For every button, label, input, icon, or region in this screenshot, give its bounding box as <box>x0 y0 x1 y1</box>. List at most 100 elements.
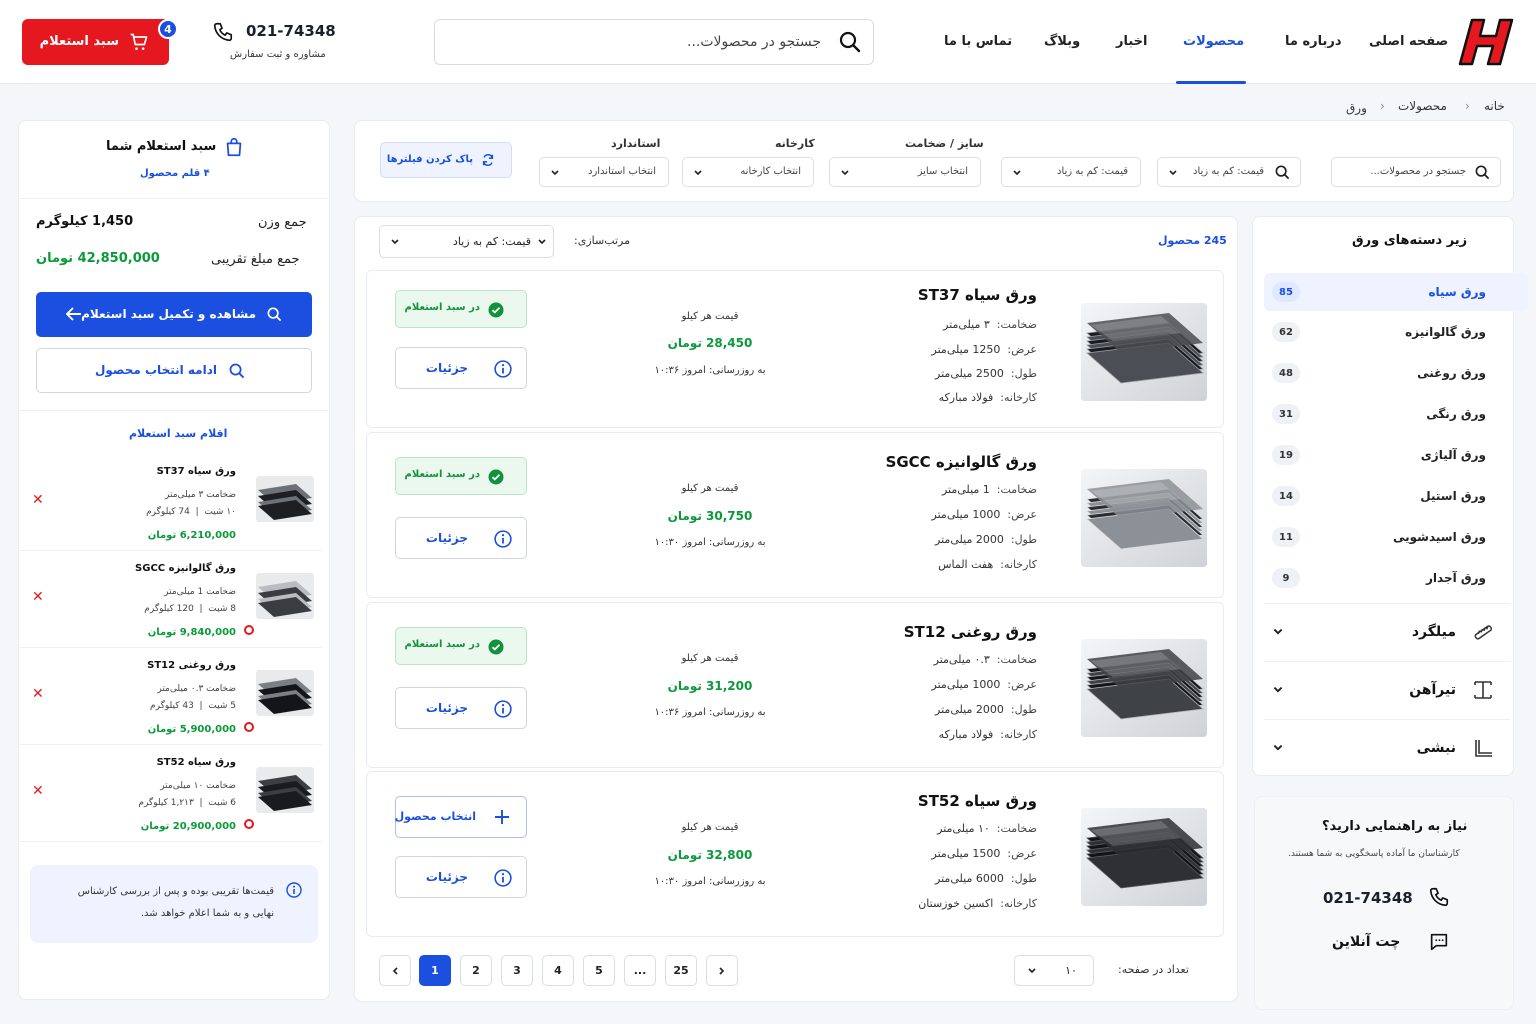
price-updated: به روزرسانی: امروز ۱۰:۳۰ <box>654 876 766 887</box>
header-search[interactable] <box>434 19 874 65</box>
cart-item-thickness: ضخامت ۰.۳ میلی‌متر <box>157 684 236 694</box>
nav-about[interactable]: درباره ما <box>1285 34 1342 49</box>
search-icon[interactable] <box>839 31 861 53</box>
nav-blog[interactable]: وبلاگ <box>1044 34 1080 49</box>
product-image[interactable] <box>1081 808 1207 906</box>
product-spec-factory: کارخانه: هفت الماس <box>938 558 1037 571</box>
product-image[interactable] <box>1081 469 1207 567</box>
cart-item-thickness: ضخامت ۱۰ میلی‌متر <box>160 781 236 791</box>
subcategory-item-pickled[interactable]: ورق اسیدشویی 11 <box>1264 518 1528 556</box>
header-phone[interactable]: 021-74348 <box>246 22 336 40</box>
subcategory-item-colored[interactable]: ورق رنگی 31 <box>1264 395 1528 433</box>
category-angle[interactable]: نبشی <box>1264 719 1510 775</box>
subcategory-title: زیر دسته‌های ورق <box>1352 233 1468 248</box>
nav-contact[interactable]: تماس با ما <box>944 34 1012 49</box>
filter-bar: جستجو در محصولات... قیمت: کم به زیاد قیم… <box>354 120 1514 202</box>
filter-price-sort[interactable]: قیمت: کم به زیاد <box>1157 157 1301 187</box>
header-search-input[interactable] <box>461 28 821 56</box>
filter-search-input[interactable]: جستجو در محصولات... <box>1331 157 1501 187</box>
help-phone[interactable]: 021-74348 <box>1323 889 1413 907</box>
pagination-page[interactable]: 5 <box>583 955 615 986</box>
filter-price-sort-2[interactable]: قیمت: کم به زیاد <box>1001 157 1141 187</box>
filter-standard-select[interactable]: انتخاب استاندارد <box>539 157 669 187</box>
nav-active-indicator <box>1176 81 1246 84</box>
nav-products[interactable]: محصولات <box>1183 34 1244 49</box>
remove-item-icon[interactable]: ✕ <box>32 589 44 605</box>
product-title[interactable]: ورق سیاه ST37 <box>918 286 1037 304</box>
clear-filters-button[interactable]: پاک کردن فیلترها <box>380 142 512 178</box>
cart-item-price: 6,210,000 تومان <box>147 530 236 541</box>
top-header: صفحه اصلی درباره ما محصولات اخبار وبلاگ … <box>0 0 1536 84</box>
cart-button[interactable]: سبد استعلام <box>22 19 169 65</box>
product-price: 32,800 تومان <box>667 848 753 862</box>
product-image[interactable] <box>1081 303 1207 401</box>
search-icon <box>229 363 245 379</box>
breadcrumb-home[interactable]: خانه <box>1484 99 1505 113</box>
cart-item-qty-weight: 8 شیت | 120 کیلوگرم <box>144 604 236 614</box>
pagination-page[interactable]: 4 <box>542 955 574 986</box>
category-rebar[interactable]: میلگرد <box>1264 603 1510 659</box>
rebar-icon <box>1472 621 1494 643</box>
per-page-select[interactable]: ۱۰ <box>1014 955 1094 986</box>
logo[interactable] <box>1458 16 1518 68</box>
filter-factory-select[interactable]: انتخاب کارخانه <box>682 157 814 187</box>
info-icon <box>494 869 512 887</box>
help-title: نیاز به راهنمایی دارید؟ <box>1322 819 1468 834</box>
search-icon <box>1475 165 1490 180</box>
remove-item-icon[interactable]: ✕ <box>32 686 44 702</box>
view-cart-button[interactable]: مشاهده و تکمیل سبد استعلام <box>36 292 312 337</box>
header-phone-caption: مشاوره و ثبت سفارش <box>230 49 326 60</box>
phone-icon <box>1428 886 1450 908</box>
remove-item-icon[interactable]: ✕ <box>32 783 44 799</box>
pagination-page[interactable]: 3 <box>501 955 533 986</box>
product-spec-factory: کارخانه: اکسین خوزستان <box>918 897 1037 910</box>
continue-shopping-button[interactable]: ادامه انتخاب محصول <box>36 348 312 393</box>
details-button[interactable]: جزئیات <box>395 856 527 898</box>
product-title[interactable]: ورق سیاه ST52 <box>918 792 1037 810</box>
details-button[interactable]: جزئیات <box>395 347 527 389</box>
cart-item: ورق سیاه ST52 ضخامت ۱۰ میلی‌متر 6 شیت | 1,… <box>20 745 322 842</box>
chevron-down-icon <box>1272 742 1284 754</box>
product-spec-thickness: ضخامت: ۳ میلی‌متر <box>943 318 1037 331</box>
filter-standard-label: استاندارد <box>611 137 661 150</box>
pagination-next-button[interactable] <box>706 955 738 986</box>
product-title[interactable]: ورق روغنی ST12 <box>904 623 1037 641</box>
shopping-bag-icon <box>223 136 245 158</box>
nav-news[interactable]: اخبار <box>1116 34 1148 49</box>
chevron-down-icon <box>693 168 703 178</box>
cart-item-title: ورق گالوانیزه SGCC <box>135 563 236 574</box>
pagination-page[interactable]: 1 <box>419 955 451 986</box>
pagination-prev-button[interactable] <box>379 955 411 986</box>
help-chat-link[interactable]: چت آنلاین <box>1332 934 1400 950</box>
product-title[interactable]: ورق گالوانیزه SGCC <box>886 453 1037 471</box>
select-product-button[interactable]: انتخاب محصول <box>395 796 527 838</box>
info-icon <box>494 530 512 548</box>
pagination-page[interactable]: 25 <box>665 955 697 986</box>
per-page-label: تعداد در صفحه: <box>1118 963 1189 976</box>
subcategory-item-galvanized[interactable]: ورق گالوانیزه 62 <box>1264 313 1528 351</box>
chevron-down-icon <box>1272 626 1284 638</box>
price-label: قیمت هر کیلو <box>681 483 739 494</box>
subcategory-item-steel[interactable]: ورق استیل 14 <box>1264 477 1528 515</box>
subcategory-item-checkered[interactable]: ورق آجدار 9 <box>1264 559 1528 597</box>
cart-title: سبد استعلام شما <box>106 139 217 154</box>
subcategory-item-black[interactable]: ورق سیاه 85 <box>1264 273 1528 311</box>
breadcrumb-products[interactable]: محصولات <box>1398 99 1447 113</box>
in-cart-button[interactable]: در سبد استعلام <box>395 290 527 328</box>
subcategory-item-alloy[interactable]: ورق آلیاژی 19 <box>1264 436 1528 474</box>
price-label: قیمت هر کیلو <box>681 822 739 833</box>
remove-item-icon[interactable]: ✕ <box>32 492 44 508</box>
price-label: قیمت هر کیلو <box>681 311 739 322</box>
sort-select[interactable]: قیمت: کم به زیاد <box>379 225 554 258</box>
nav-home[interactable]: صفحه اصلی <box>1369 34 1448 49</box>
category-beam[interactable]: تیرآهن <box>1264 661 1510 717</box>
details-button[interactable]: جزئیات <box>395 517 527 559</box>
subcategory-item-oily[interactable]: ورق روغنی 48 <box>1264 354 1528 392</box>
in-cart-button[interactable]: در سبد استعلام <box>395 457 527 495</box>
help-text: کارشناسان ما آماده پاسخگویی به شما هستند… <box>1288 849 1460 859</box>
product-image[interactable] <box>1081 639 1207 737</box>
details-button[interactable]: جزئیات <box>395 687 527 729</box>
pagination-page[interactable]: 2 <box>460 955 492 986</box>
in-cart-button[interactable]: در سبد استعلام <box>395 627 527 665</box>
filter-size-select[interactable]: انتخاب سایز <box>829 157 981 187</box>
